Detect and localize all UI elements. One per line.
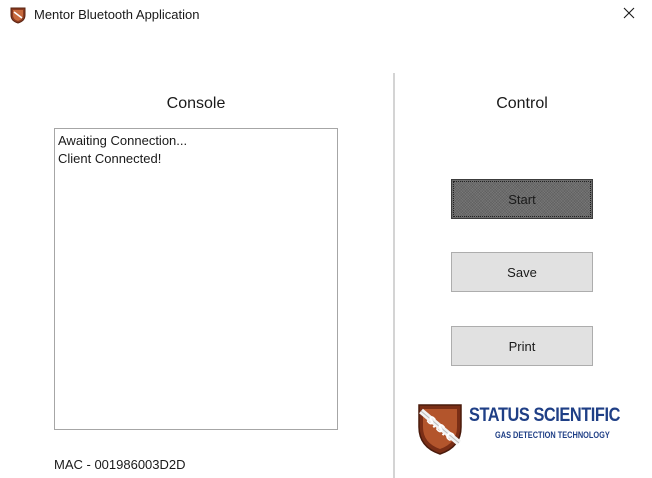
logo-name: STATUS SCIENTIFIC bbox=[469, 405, 620, 426]
console-heading: Console bbox=[166, 95, 226, 112]
section-divider bbox=[393, 73, 395, 478]
print-button[interactable]: Print bbox=[451, 326, 593, 366]
start-button-label: Start bbox=[508, 191, 536, 207]
close-icon bbox=[623, 6, 635, 24]
start-button[interactable]: Start bbox=[451, 179, 593, 219]
console-log[interactable]: Awaiting Connection... Client Connected! bbox=[54, 128, 338, 430]
save-button-label: Save bbox=[507, 264, 537, 280]
console-line: Awaiting Connection... bbox=[58, 133, 188, 148]
close-button[interactable] bbox=[606, 0, 652, 30]
console-line: Client Connected! bbox=[58, 151, 162, 166]
print-button-label: Print bbox=[508, 338, 536, 354]
status-scientific-logo: S.S.C STATUS SCIENTIFIC GAS DETECTION TE… bbox=[417, 403, 639, 457]
window-title: Mentor Bluetooth Application bbox=[34, 7, 200, 22]
control-heading: Control bbox=[496, 95, 548, 112]
app-badge-icon bbox=[9, 6, 27, 24]
ssc-shield-icon: S.S.C bbox=[417, 403, 463, 455]
mac-address-label: MAC - 001986003D2D bbox=[54, 457, 186, 472]
save-button[interactable]: Save bbox=[451, 252, 593, 292]
app-window: Mentor Bluetooth Application Console Awa… bbox=[0, 0, 652, 478]
title-bar: Mentor Bluetooth Application bbox=[0, 0, 652, 30]
logo-tagline: GAS DETECTION TECHNOLOGY bbox=[495, 430, 610, 440]
